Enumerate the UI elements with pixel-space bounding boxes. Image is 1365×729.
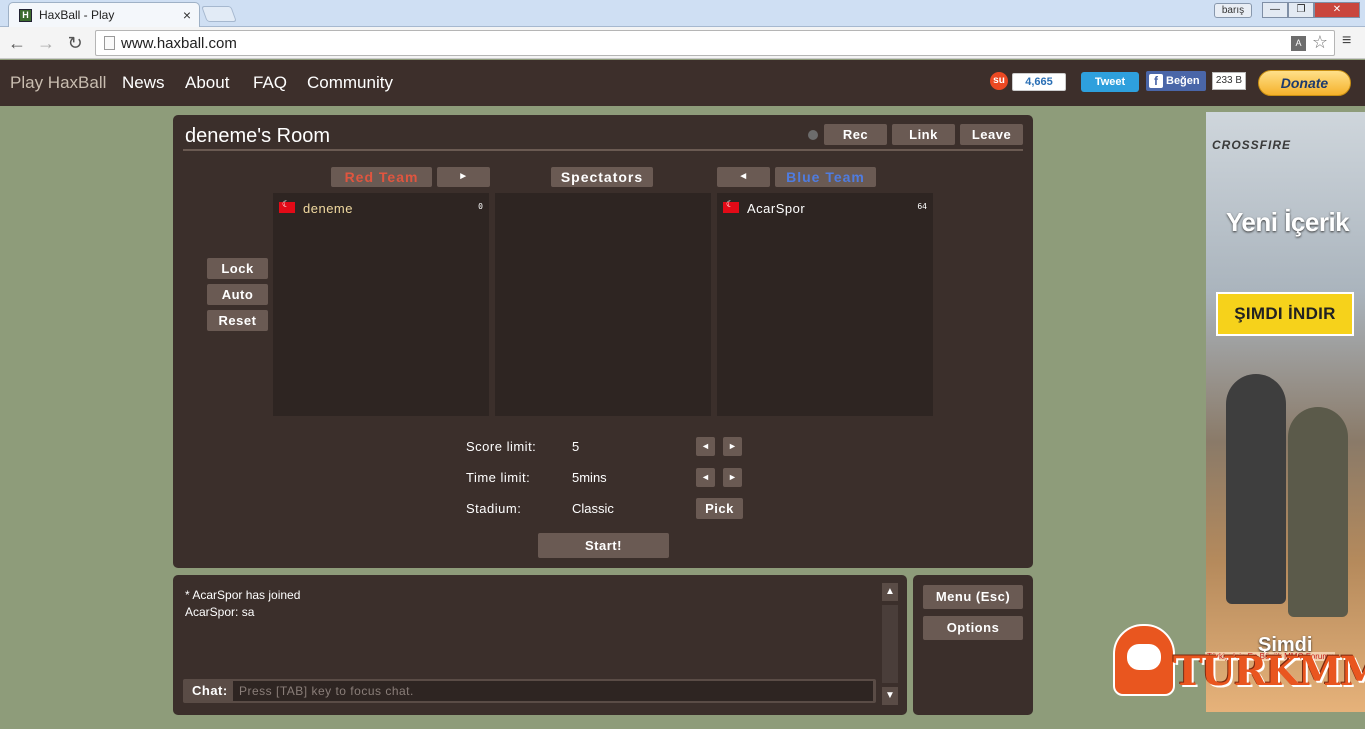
back-arrow-icon[interactable]: ← xyxy=(6,32,28,54)
browser-tabbar: H HaxBall - Play × barış — ❐ ✕ xyxy=(0,0,1365,27)
stadium-value: Classic xyxy=(572,501,614,516)
url-text[interactable]: www.haxball.com xyxy=(121,35,237,52)
reset-button[interactable]: Reset xyxy=(207,310,268,331)
browser-menu-icon[interactable]: ≡ xyxy=(1342,32,1351,50)
haxball-favicon-icon: H xyxy=(19,9,32,22)
blue-team-list[interactable]: AcarSpor 64 xyxy=(717,193,933,416)
nav-news[interactable]: News xyxy=(122,73,165,93)
move-to-blue-arrow-icon[interactable]: ◄ xyxy=(717,167,770,187)
ad-headline: Yeni İçerik xyxy=(1226,207,1350,237)
site-header: Play HaxBall News About FAQ Community su… xyxy=(0,60,1365,106)
facebook-like-button[interactable]: f Beğen xyxy=(1146,71,1206,91)
options-button[interactable]: Options xyxy=(923,616,1023,640)
fb-like-label: Beğen xyxy=(1166,75,1200,87)
profile-badge[interactable]: barış xyxy=(1214,3,1252,18)
ad-brand: CROSSFIRE xyxy=(1212,138,1292,152)
forward-arrow-icon[interactable]: → xyxy=(35,32,57,54)
chat-scrollbar[interactable]: ▲ ▼ xyxy=(882,583,898,705)
list-item[interactable]: deneme 0 xyxy=(279,199,483,216)
player-ping: 64 xyxy=(917,202,927,211)
spectators-label[interactable]: Spectators xyxy=(551,167,653,187)
tab-title: HaxBall - Play xyxy=(39,8,115,22)
chat-panel: * AcarSpor has joined AcarSpor: sa ▲ ▼ C… xyxy=(173,575,907,715)
turkey-flag-icon xyxy=(279,199,295,213)
turkmmo-watermark-logo: Türkiye'nin En Büyük MMO Forumu TURKMMO xyxy=(1105,620,1365,700)
nav-community[interactable]: Community xyxy=(307,73,393,93)
site-brand-link[interactable]: Play HaxBall xyxy=(10,73,106,93)
spectators-list[interactable] xyxy=(495,193,711,416)
score-increase-arrow-icon[interactable]: ► xyxy=(723,437,742,456)
browser-toolbar: ← → ↻ www.haxball.com A ☆ ≡ xyxy=(0,27,1365,59)
link-button[interactable]: Link xyxy=(892,124,955,145)
donate-button[interactable]: Donate xyxy=(1258,70,1351,96)
blue-team-label[interactable]: Blue Team xyxy=(775,167,876,187)
score-limit-label: Score limit: xyxy=(466,439,537,454)
address-bar[interactable]: www.haxball.com A ☆ xyxy=(95,30,1335,56)
ad-download-button[interactable]: ŞIMDI İNDIR xyxy=(1216,292,1354,336)
chat-input-row: Chat: xyxy=(183,679,876,703)
title-divider xyxy=(183,149,1023,151)
nav-faq[interactable]: FAQ xyxy=(253,73,287,93)
time-decrease-arrow-icon[interactable]: ◄ xyxy=(696,468,715,487)
menu-button[interactable]: Menu (Esc) xyxy=(923,585,1023,609)
recording-indicator-icon xyxy=(808,130,818,140)
chat-message: * AcarSpor has joined xyxy=(185,588,301,602)
chat-message: AcarSpor: sa xyxy=(185,605,255,619)
scroll-down-icon[interactable]: ▼ xyxy=(882,687,898,705)
move-to-red-arrow-icon[interactable]: ► xyxy=(437,167,490,187)
mascot-image xyxy=(1113,624,1175,696)
fb-like-count: 233 B xyxy=(1212,72,1246,90)
maximize-icon[interactable]: ❐ xyxy=(1288,2,1314,18)
bookmark-star-icon[interactable]: ☆ xyxy=(1312,32,1328,53)
nav-about[interactable]: About xyxy=(185,73,229,93)
time-increase-arrow-icon[interactable]: ► xyxy=(723,468,742,487)
minimize-icon[interactable]: — xyxy=(1262,2,1288,18)
scroll-up-icon[interactable]: ▲ xyxy=(882,583,898,601)
room-title: deneme's Room xyxy=(185,125,330,147)
leave-button[interactable]: Leave xyxy=(960,124,1023,145)
chat-label: Chat: xyxy=(192,683,228,698)
start-button[interactable]: Start! xyxy=(538,533,669,558)
window-close-icon[interactable]: ✕ xyxy=(1314,2,1360,18)
soldier-image xyxy=(1288,407,1348,617)
player-name: deneme xyxy=(303,201,353,216)
turkey-flag-icon xyxy=(723,199,739,213)
page-icon xyxy=(104,36,115,50)
time-limit-value: 5mins xyxy=(572,470,607,485)
translate-icon[interactable]: A xyxy=(1291,36,1306,51)
player-ping: 0 xyxy=(478,202,483,211)
reload-icon[interactable]: ↻ xyxy=(64,32,86,54)
score-limit-value: 5 xyxy=(572,439,580,454)
auto-button[interactable]: Auto xyxy=(207,284,268,305)
chat-input[interactable] xyxy=(233,681,873,701)
time-limit-label: Time limit: xyxy=(466,470,531,485)
soldier-image xyxy=(1226,374,1286,604)
player-name: AcarSpor xyxy=(747,201,806,216)
room-panel: deneme's Room Rec Link Leave Red Team ► … xyxy=(173,115,1033,568)
tweet-label: Tweet xyxy=(1094,76,1126,88)
rec-button[interactable]: Rec xyxy=(824,124,887,145)
tweet-button[interactable]: Tweet xyxy=(1081,72,1139,92)
score-decrease-arrow-icon[interactable]: ◄ xyxy=(696,437,715,456)
red-team-list[interactable]: deneme 0 xyxy=(273,193,489,416)
watermark-logo-text: TURKMMO xyxy=(1173,648,1365,695)
pick-stadium-button[interactable]: Pick xyxy=(696,498,743,519)
browser-tab[interactable]: H HaxBall - Play × xyxy=(8,2,200,27)
new-tab-button[interactable] xyxy=(201,6,237,22)
red-team-label[interactable]: Red Team xyxy=(331,167,432,187)
facebook-icon: f xyxy=(1149,74,1163,88)
stadium-label: Stadium: xyxy=(466,501,522,516)
lock-button[interactable]: Lock xyxy=(207,258,268,279)
stumble-count: 4,665 xyxy=(1012,73,1066,91)
tab-close-icon[interactable]: × xyxy=(183,7,191,23)
scroll-track[interactable] xyxy=(882,605,898,683)
list-item[interactable]: AcarSpor 64 xyxy=(723,199,927,216)
stumbleupon-icon[interactable]: su xyxy=(990,72,1008,90)
menu-panel: Menu (Esc) Options xyxy=(913,575,1033,715)
